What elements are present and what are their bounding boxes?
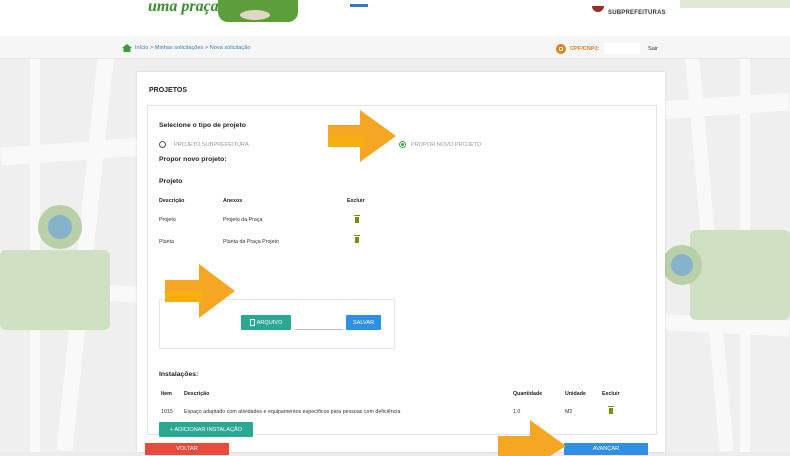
radio-projeto-subprefeitura[interactable] [159, 141, 166, 148]
subprefeituras-logo-text: SUBPREFEITURAS [608, 10, 666, 16]
breadcrumb-new-request: Nova solicitação [209, 45, 251, 51]
inst-item: 1015 [161, 409, 173, 415]
col-header-descricao: Descrição [159, 198, 185, 204]
logout-link[interactable]: Sair [648, 46, 658, 52]
installations-heading: Instalações: [159, 371, 199, 378]
user-lock-icon [556, 44, 566, 54]
breadcrumb: Início > Minhas solicitações > Nova soli… [135, 45, 250, 51]
breadcrumb-home-link[interactable]: Início [135, 45, 148, 51]
top-header: uma praça SUBPREFEITURAS [0, 0, 790, 36]
tutorial-arrow-icon [165, 264, 235, 318]
trash-icon[interactable] [608, 406, 614, 414]
logo-blue-mark [350, 4, 368, 7]
logo-detail [240, 10, 270, 20]
radio-propor-novo-projeto-label[interactable]: PROPOR NOVO PROJETO [411, 142, 481, 148]
program-logo-text: uma praça [148, 0, 219, 15]
file-name-input[interactable] [295, 329, 343, 330]
cpf-value [604, 43, 640, 54]
inst-unidade: M2 [565, 409, 573, 415]
col-header-anexos: Anexos [223, 198, 243, 204]
home-icon[interactable] [122, 44, 132, 52]
inst-col-unidade: Unidade [565, 391, 586, 397]
next-button[interactable]: AVANÇAR [564, 443, 648, 455]
back-button[interactable]: VOLTAR [145, 443, 229, 455]
row-descricao: Projeto [159, 217, 176, 223]
map-heart-pin-left [38, 205, 82, 249]
tutorial-arrow-icon [498, 420, 566, 456]
inst-col-descricao: Descrição [184, 391, 210, 397]
row-anexo-link[interactable]: Planta da Praça Projeto [223, 239, 279, 245]
breadcrumb-separator: > [149, 45, 154, 51]
file-icon [249, 319, 255, 326]
inst-descricao: Espaço adaptado com atividades e equipam… [184, 409, 401, 415]
arquivo-button-label: ARQUIVO [256, 319, 283, 326]
salvar-button[interactable]: SALVAR [346, 315, 381, 330]
trash-icon[interactable] [354, 235, 360, 243]
breadcrumb-my-requests-link[interactable]: Minhas solicitações [155, 45, 204, 51]
inst-col-excluir: Excluir [602, 391, 620, 397]
inst-col-item: Item [161, 391, 172, 397]
project-subheading: Projeto [159, 178, 183, 185]
inst-col-quantidade: Quantidade [513, 391, 543, 397]
propose-heading: Propor novo projeto: [159, 156, 227, 163]
radio-propor-novo-projeto[interactable] [399, 141, 406, 148]
header-green-edge [680, 0, 790, 8]
radio-projeto-subprefeitura-label[interactable]: PROJETO SUBPREFEITURA [174, 142, 249, 148]
breadcrumb-bar: Início > Minhas solicitações > Nova soli… [0, 36, 790, 59]
row-anexo-link[interactable]: Projeto da Praça [223, 217, 262, 223]
inst-quantidade: 1.0 [513, 409, 521, 415]
cpf-label: CPF/CNPJ: [570, 46, 600, 52]
select-type-heading: Selecione o tipo de projeto [159, 122, 246, 129]
row-descricao: Planta [159, 239, 175, 245]
page-title: PROJETOS [149, 87, 187, 94]
tutorial-arrow-icon [328, 110, 396, 162]
trash-icon[interactable] [354, 215, 360, 223]
arquivo-button[interactable]: ARQUIVO [241, 315, 291, 330]
add-installation-button[interactable]: + ADICIONAR INSTALAÇÃO [159, 422, 253, 437]
breadcrumb-separator: > [204, 45, 209, 51]
map-heart-pin-right [662, 245, 702, 285]
projects-card: PROJETOS Selecione o tipo de projeto PRO… [137, 72, 665, 452]
subprefeituras-logo-icon [592, 6, 604, 12]
col-header-excluir: Excluir [347, 198, 365, 204]
